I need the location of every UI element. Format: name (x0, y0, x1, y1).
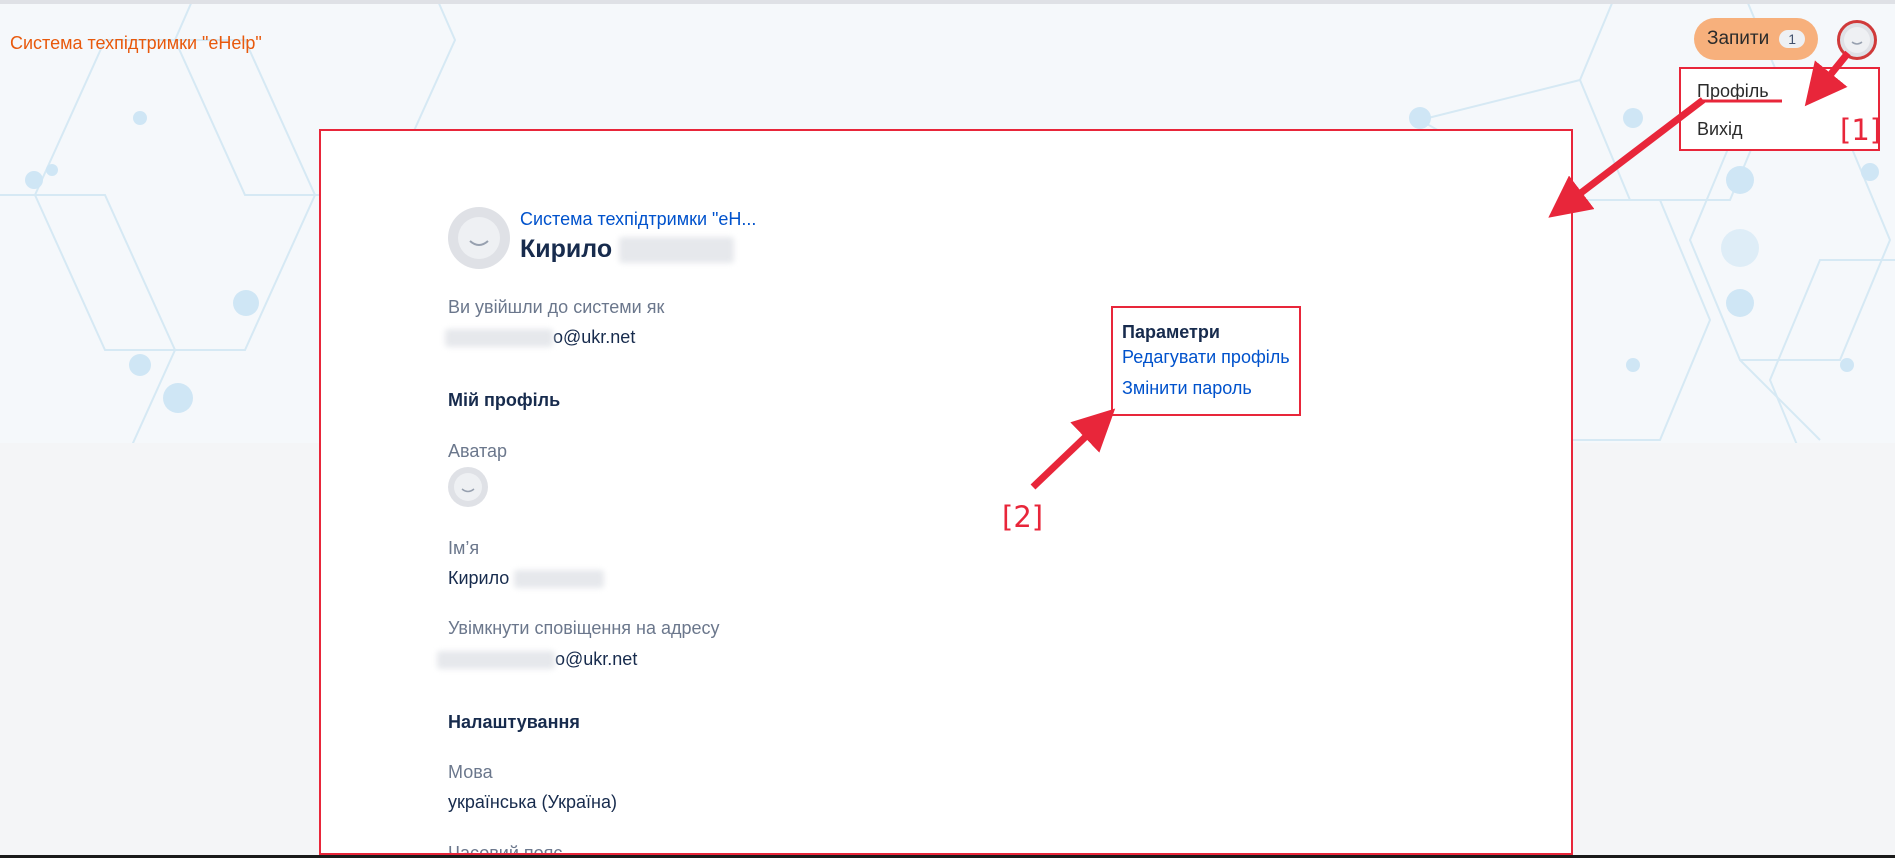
user-avatar-icon (458, 217, 500, 259)
parameters-heading: Параметри (1122, 322, 1220, 342)
language-value: українська (Україна) (448, 792, 617, 812)
requests-label: Запити (1706, 28, 1770, 49)
menu-item-profile[interactable]: Профіль (1697, 81, 1769, 102)
profile-first-name: Кирило (520, 235, 613, 263)
menu-item-logout[interactable]: Вихід (1697, 119, 1743, 140)
redacted-email (437, 651, 555, 670)
notify-label: Увімкнути сповіщення на адресу (448, 618, 720, 638)
notify-email-suffix: o@ukr.net (555, 649, 638, 669)
brand-link[interactable]: Система техпідтримки "eHelp" (10, 33, 262, 54)
name-label: Ім’я (448, 538, 480, 558)
redacted-surname (619, 237, 735, 264)
edit-profile-link[interactable]: Редагувати профіль (1122, 347, 1290, 368)
requests-button[interactable]: Запити 1 (1694, 18, 1818, 60)
user-avatar-icon (1844, 27, 1870, 53)
avatar-label: Аватар (448, 441, 508, 461)
settings-heading: Налаштування (448, 712, 580, 732)
name-first: Кирило (448, 568, 510, 588)
timezone-label: Часовий пояс (448, 843, 563, 855)
name-value: Кирило (448, 568, 605, 589)
organization-link[interactable]: Система техпідтримки "eH... (520, 209, 756, 230)
annotation-marker-1: [1] (1840, 113, 1882, 147)
notify-email: o@ukr.net (437, 649, 637, 670)
my-profile-heading: Мій профіль (448, 390, 561, 410)
top-border (0, 0, 1895, 4)
logged-in-label: Ви увійшли до системи як (448, 297, 665, 317)
user-avatar-icon (454, 473, 482, 501)
user-avatar-button[interactable] (1837, 20, 1877, 60)
avatar-image (448, 467, 488, 507)
profile-name: Кирило (520, 235, 735, 264)
requests-count-badge: 1 (1779, 30, 1806, 48)
redacted-email (445, 329, 553, 348)
email-suffix: o@ukr.net (553, 327, 636, 347)
profile-card: Система техпідтримки "eH... Кирило Ви ув… (319, 129, 1573, 855)
language-label: Мова (448, 762, 493, 782)
change-password-link[interactable]: Змінити пароль (1122, 378, 1252, 399)
profile-avatar (448, 207, 510, 269)
parameters-panel: Параметри Редагувати профіль Змінити пар… (1111, 306, 1301, 416)
redacted-surname (514, 570, 605, 589)
annotation-marker-2: [2] (1002, 500, 1044, 534)
logged-in-email: o@ukr.net (445, 327, 635, 348)
